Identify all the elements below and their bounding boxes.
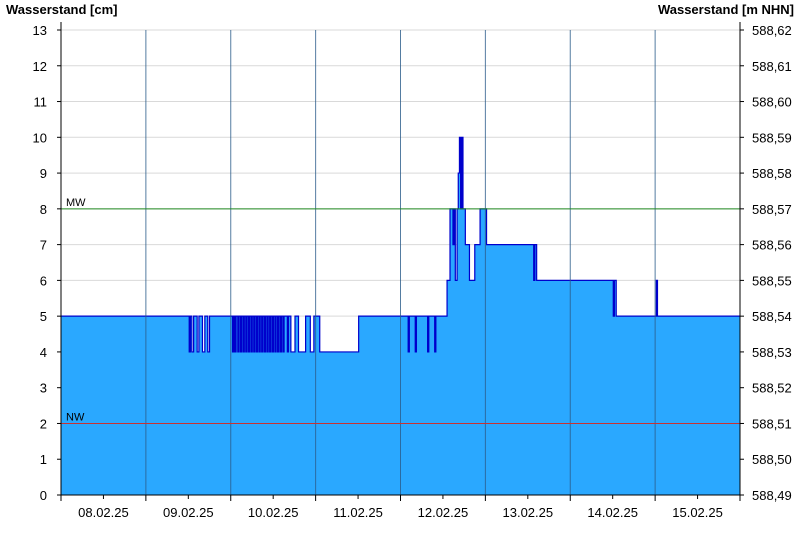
y-right-tick-label: 588,57 — [752, 202, 792, 217]
water-level-chart: Wasserstand [cm] Wasserstand [m NHN] MW N… — [6, 2, 794, 520]
y-right-tick-label: 588,61 — [752, 59, 792, 74]
y-left-tick-label: 10 — [33, 130, 47, 145]
y-left-tick-label: 2 — [40, 416, 47, 431]
x-tick-label: 09.02.25 — [163, 505, 214, 520]
y-left-tick-label: 3 — [40, 381, 47, 396]
reference-label-mw: MW — [66, 197, 86, 209]
x-tick-label: 14.02.25 — [587, 505, 638, 520]
left-axis-title: Wasserstand [cm] — [6, 2, 118, 17]
right-axis-title: Wasserstand [m NHN] — [658, 2, 794, 17]
y-left-tick-label: 7 — [40, 238, 47, 253]
y-right-tick-label: 588,55 — [752, 273, 792, 288]
y-right-tick-label: 588,54 — [752, 309, 792, 324]
y-left-tick-label: 13 — [33, 23, 47, 38]
y-right-tick-label: 588,52 — [752, 381, 792, 396]
y-right-tick-label: 588,56 — [752, 238, 792, 253]
y-left-tick-label: 8 — [40, 202, 47, 217]
y-right-tick-label: 588,60 — [752, 95, 792, 110]
y-left-tick-label: 9 — [40, 166, 47, 181]
y-left-tick-label: 6 — [40, 273, 47, 288]
x-tick-label: 11.02.25 — [333, 505, 383, 520]
y-right-tick-label: 588,53 — [752, 345, 792, 360]
x-tick-label: 10.02.25 — [248, 505, 299, 520]
y-right-tick-label: 588,51 — [752, 416, 792, 431]
y-right-tick-label: 588,59 — [752, 130, 792, 145]
y-right-tick-label: 588,58 — [752, 166, 792, 181]
y-right-tick-label: 588,62 — [752, 23, 792, 38]
reference-label-nw: NW — [66, 411, 85, 423]
y-left-tick-label: 0 — [40, 488, 47, 503]
y-left-tick-label: 5 — [40, 309, 47, 324]
x-tick-label: 12.02.25 — [418, 505, 469, 520]
y-right-tick-label: 588,49 — [752, 488, 792, 503]
x-tick-label: 13.02.25 — [503, 505, 554, 520]
y-left-tick-label: 12 — [33, 59, 47, 74]
y-right-tick-label: 588,50 — [752, 452, 792, 467]
y-left-tick-label: 1 — [40, 452, 47, 467]
x-tick-label: 08.02.25 — [78, 505, 129, 520]
x-tick-label: 15.02.25 — [672, 505, 723, 520]
y-left-tick-label: 11 — [34, 95, 48, 110]
plot-area — [61, 30, 740, 495]
y-left-tick-label: 4 — [40, 345, 47, 360]
